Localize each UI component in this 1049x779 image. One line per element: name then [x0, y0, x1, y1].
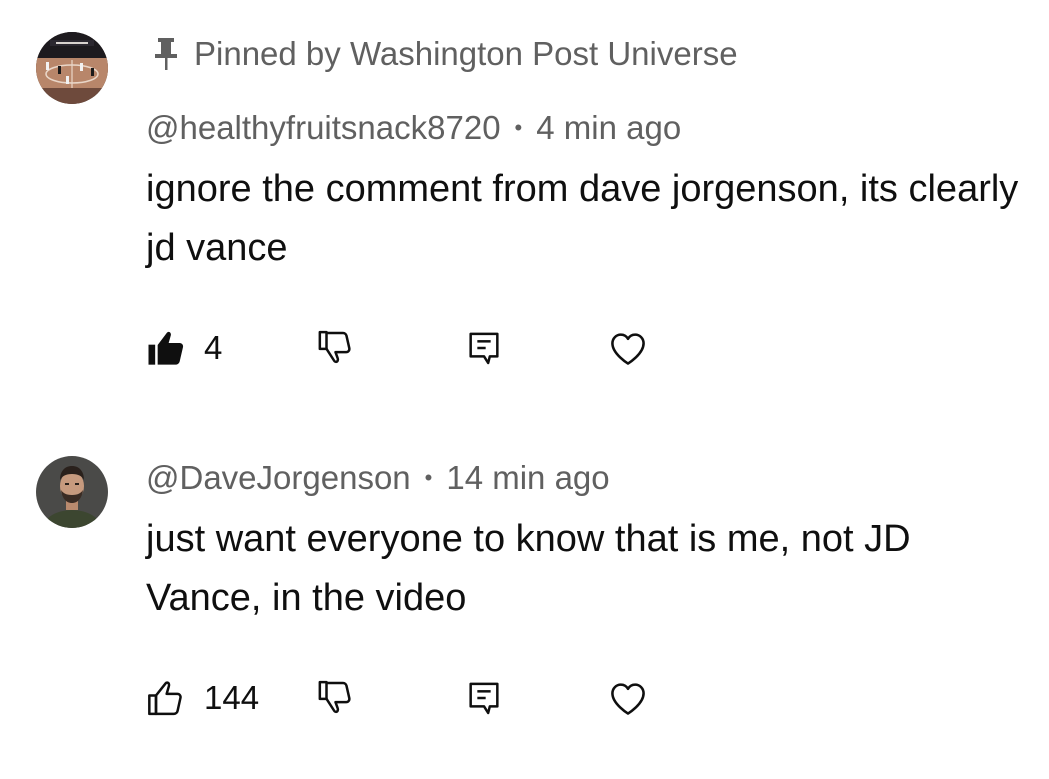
author-handle[interactable]: @healthyfruitsnack8720 — [146, 109, 501, 147]
dislike-button[interactable] — [314, 674, 354, 722]
like-count: 4 — [204, 329, 223, 366]
reply-button[interactable] — [464, 324, 504, 372]
author-handle[interactable]: @DaveJorgenson — [146, 459, 411, 497]
meta-separator: • — [514, 115, 523, 140]
reply-icon — [469, 682, 499, 715]
comment-actions: 144 — [146, 674, 706, 722]
basketball-court-photo-icon — [36, 32, 108, 104]
comment-meta: @healthyfruitsnack8720 • 4 min ago — [146, 108, 681, 148]
reply-button[interactable] — [464, 674, 504, 722]
pin-icon — [155, 38, 177, 70]
thumbs-up-icon — [148, 331, 184, 365]
thumbs-up-icon — [148, 681, 182, 716]
comment-thread-item: Pinned by Washington Post Universe @heal… — [0, 0, 1049, 390]
comment-text: just want everyone to know that is me, n… — [146, 518, 922, 619]
like-button[interactable]: 4 — [146, 324, 222, 372]
pinned-banner: Pinned by Washington Post Universe — [146, 34, 738, 74]
heart-button[interactable] — [606, 674, 650, 722]
avatar[interactable] — [36, 32, 108, 104]
avatar[interactable] — [36, 456, 108, 528]
dislike-button[interactable] — [314, 324, 354, 372]
like-button[interactable]: 144 — [146, 674, 259, 722]
comment-thread-item: @DaveJorgenson • 14 min ago just want ev… — [0, 440, 1049, 779]
heart-button[interactable] — [606, 324, 650, 372]
pinned-label: Pinned by Washington Post Universe — [194, 35, 738, 72]
reply-icon — [469, 332, 499, 365]
thumbs-down-icon — [318, 680, 351, 714]
heart-icon — [611, 333, 645, 365]
comment-timestamp: 14 min ago — [446, 459, 610, 496]
bearded-man-photo-icon — [36, 456, 108, 528]
meta-separator: • — [424, 465, 433, 490]
comment-actions: 4 — [146, 324, 706, 372]
like-count: 144 — [204, 679, 260, 716]
comment-meta: @DaveJorgenson • 14 min ago — [146, 458, 610, 498]
thumbs-down-icon — [318, 330, 351, 364]
heart-icon — [611, 683, 645, 715]
comment-text: ignore the comment from dave jorgenson, … — [146, 168, 1029, 269]
comment-timestamp: 4 min ago — [536, 109, 682, 146]
